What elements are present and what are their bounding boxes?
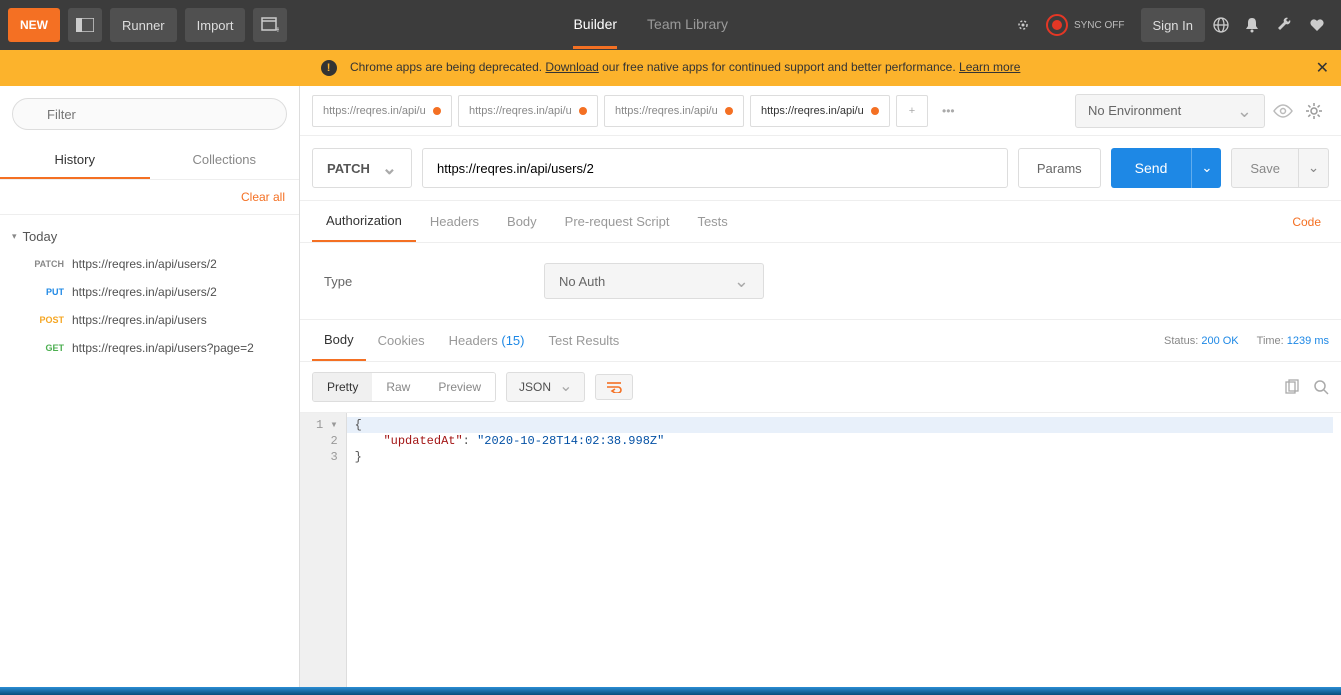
save-dropdown[interactable]: ⌄ [1299, 148, 1329, 188]
banner-text-pre: Chrome apps are being deprecated. [350, 60, 545, 74]
time-meta: Time: 1239 ms [1257, 335, 1329, 347]
import-button[interactable]: Import [185, 8, 246, 42]
signin-button[interactable]: Sign In [1141, 8, 1205, 42]
view-pretty[interactable]: Pretty [313, 373, 372, 401]
method-badge: GET [28, 343, 64, 353]
history-url: https://reqres.in/api/users/2 [72, 285, 217, 299]
taskbar [0, 687, 1341, 695]
format-select[interactable]: JSON [506, 372, 585, 402]
history-item[interactable]: PUT https://reqres.in/api/users/2 [0, 278, 299, 306]
method-badge: PATCH [28, 259, 64, 269]
dirty-dot [579, 107, 587, 115]
new-tab-button[interactable]: + [253, 8, 287, 42]
resp-tab-headers[interactable]: Headers (15) [437, 321, 537, 360]
send-dropdown[interactable]: ⌄ [1191, 148, 1221, 188]
method-select[interactable]: PATCH [312, 148, 412, 188]
tab-headers[interactable]: Headers [416, 202, 493, 241]
window-plus-icon: + [261, 17, 279, 33]
deprecation-banner: ! Chrome apps are being deprecated. Down… [0, 50, 1341, 86]
resp-tab-cookies[interactable]: Cookies [366, 321, 437, 360]
history-group-today[interactable]: Today [0, 223, 299, 250]
globe-icon[interactable] [1213, 17, 1237, 33]
eye-icon[interactable] [1273, 104, 1297, 118]
clear-all-link[interactable]: Clear all [0, 180, 299, 215]
request-tab[interactable]: https://reqres.in/api/u [604, 95, 744, 127]
view-preview[interactable]: Preview [424, 373, 495, 401]
svg-text:+: + [275, 25, 279, 33]
runner-button[interactable]: Runner [110, 8, 177, 42]
sync-icon [1046, 14, 1068, 36]
topbar: NEW Runner Import + Builder Team Library… [0, 0, 1341, 50]
capture-icon[interactable] [1014, 16, 1038, 34]
history-tab[interactable]: History [0, 142, 150, 179]
collections-tab[interactable]: Collections [150, 142, 300, 179]
tab-authorization[interactable]: Authorization [312, 201, 416, 242]
response-editor[interactable]: 1 ▾ 2 3 { "updatedAt": "2020-10-28T14:02… [300, 413, 1341, 695]
save-button[interactable]: Save [1231, 148, 1299, 188]
team-library-tab[interactable]: Team Library [647, 2, 728, 49]
resp-tab-tests[interactable]: Test Results [537, 321, 632, 360]
auth-type-label: Type [324, 274, 544, 289]
dirty-dot [433, 107, 441, 115]
gutter: 1 ▾ 2 3 [300, 413, 347, 695]
dirty-dot [725, 107, 733, 115]
wrap-button[interactable] [595, 374, 633, 400]
history-url: https://reqres.in/api/users [72, 313, 207, 327]
environment-select[interactable]: No Environment [1075, 94, 1265, 128]
code-link[interactable]: Code [1284, 215, 1329, 229]
sync-label: SYNC OFF [1074, 20, 1125, 31]
sidebar: History Collections Clear all Today PATC… [0, 86, 300, 695]
history-url: https://reqres.in/api/users?page=2 [72, 341, 254, 355]
tab-prerequest[interactable]: Pre-request Script [551, 202, 684, 241]
method-badge: POST [28, 315, 64, 325]
panel-icon [76, 18, 94, 32]
add-tab-button[interactable]: + [896, 95, 928, 127]
request-tab[interactable]: https://reqres.in/api/u [312, 95, 452, 127]
view-raw[interactable]: Raw [372, 373, 424, 401]
request-tab[interactable]: https://reqres.in/api/u [750, 95, 890, 127]
dirty-dot [871, 107, 879, 115]
auth-type-select[interactable]: No Auth [544, 263, 764, 299]
send-button[interactable]: Send [1111, 148, 1192, 188]
resp-tab-body[interactable]: Body [312, 320, 366, 361]
learn-more-link[interactable]: Learn more [959, 60, 1020, 74]
warning-icon: ! [321, 60, 337, 76]
bell-icon[interactable] [1245, 17, 1269, 33]
tab-tests[interactable]: Tests [683, 202, 741, 241]
content: https://reqres.in/api/uhttps://reqres.in… [300, 86, 1341, 695]
copy-icon[interactable] [1283, 379, 1299, 395]
more-tabs-button[interactable]: ••• [934, 104, 963, 118]
history-item[interactable]: GET https://reqres.in/api/users?page=2 [0, 334, 299, 362]
wrench-icon[interactable] [1277, 17, 1301, 33]
toggle-sidebar-button[interactable] [68, 8, 102, 42]
close-icon[interactable]: ✕ [1316, 58, 1329, 78]
filter-input[interactable] [12, 98, 287, 130]
status-meta: Status: 200 OK [1164, 335, 1239, 347]
tab-body[interactable]: Body [493, 202, 551, 241]
builder-tab[interactable]: Builder [573, 2, 617, 49]
new-button[interactable]: NEW [8, 8, 60, 42]
url-input[interactable] [422, 148, 1008, 188]
history-url: https://reqres.in/api/users/2 [72, 257, 217, 271]
history-item[interactable]: PATCH https://reqres.in/api/users/2 [0, 250, 299, 278]
request-tab[interactable]: https://reqres.in/api/u [458, 95, 598, 127]
banner-text-mid: our free native apps for continued suppo… [599, 60, 959, 74]
gear-icon[interactable] [1305, 102, 1329, 120]
search-response-icon[interactable] [1313, 379, 1329, 395]
sync-status[interactable]: SYNC OFF [1046, 14, 1125, 36]
history-item[interactable]: POST https://reqres.in/api/users [0, 306, 299, 334]
download-link[interactable]: Download [545, 60, 598, 74]
wrap-icon [606, 381, 622, 393]
code: { "updatedAt": "2020-10-28T14:02:38.998Z… [347, 413, 1341, 695]
method-badge: PUT [28, 287, 64, 297]
heart-icon[interactable] [1309, 18, 1333, 32]
params-button[interactable]: Params [1018, 148, 1101, 188]
